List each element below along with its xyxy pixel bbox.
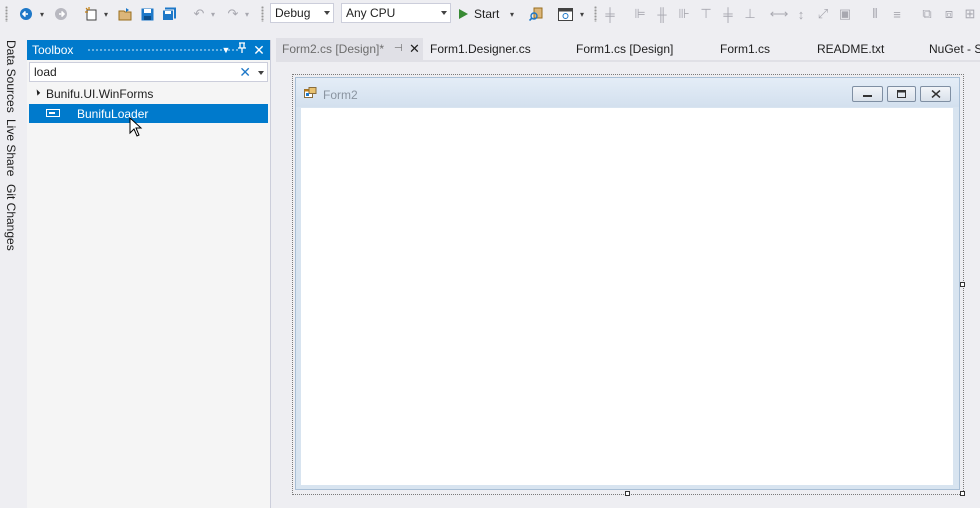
close-tab-icon[interactable]: ✕: [409, 38, 420, 60]
side-tab-git-changes[interactable]: Git Changes: [4, 184, 18, 251]
side-tool-window-bar: Data Sources Live Share Git Changes: [0, 28, 22, 508]
pin-icon[interactable]: [235, 42, 249, 58]
send-to-back-icon[interactable]: ⧈: [941, 4, 957, 24]
save-all-button[interactable]: [160, 4, 178, 24]
resize-handle-corner[interactable]: [960, 491, 965, 496]
new-item-button[interactable]: [82, 4, 100, 24]
save-all-icon: [161, 7, 176, 21]
new-item-dropdown[interactable]: ▾: [101, 4, 111, 24]
toolbox-item-bunifuloader[interactable]: BunifuLoader: [29, 104, 268, 123]
chevron-down-icon: [324, 11, 330, 15]
toolbox-search-value: load: [34, 65, 57, 79]
folder-open-icon: [118, 7, 131, 20]
horizontal-spacing-icon[interactable]: ⫴: [867, 4, 883, 24]
toolbox-group-label: Bunifu.UI.WinForms: [46, 87, 154, 101]
align-bottoms-icon[interactable]: ⊥: [742, 4, 758, 24]
tab-form2-design[interactable]: Form2.cs [Design]* ⊣ ✕: [276, 38, 423, 60]
align-centers-icon[interactable]: ╫: [654, 4, 670, 24]
save-button[interactable]: [138, 4, 156, 24]
form-title: Form2: [323, 88, 358, 102]
browser-icon: [557, 7, 573, 21]
chevron-down-icon: [441, 11, 447, 15]
form-titlebar[interactable]: Form2: [296, 78, 959, 107]
back-dropdown-button[interactable]: ▾: [37, 4, 47, 24]
search-options-chevron-icon[interactable]: [258, 71, 264, 75]
side-tab-data-sources[interactable]: Data Sources: [4, 40, 18, 113]
start-button[interactable]: Start: [458, 4, 506, 24]
tab-readme[interactable]: README.txt: [817, 38, 884, 60]
side-tab-live-share[interactable]: Live Share: [4, 119, 18, 176]
browser-dropdown[interactable]: ▾: [577, 4, 587, 24]
tab-form1-cs[interactable]: Form1.cs: [720, 38, 770, 60]
toolbar-grip[interactable]: [594, 6, 597, 22]
toolbox-search-input[interactable]: load ✕: [29, 62, 268, 82]
tab-form1-designer[interactable]: Form1.Designer.cs: [430, 38, 531, 60]
forward-button[interactable]: [52, 4, 70, 24]
find-icon: [529, 7, 543, 21]
mouse-cursor-icon: [129, 117, 143, 137]
back-arrow-icon: [20, 8, 32, 20]
minimize-icon: [863, 95, 872, 97]
align-middles-icon[interactable]: ╪: [720, 4, 736, 24]
tab-form1-design[interactable]: Form1.cs [Design]: [576, 38, 673, 60]
resize-handle-bottom[interactable]: [625, 491, 630, 496]
save-icon: [141, 8, 153, 20]
platform-select[interactable]: Any CPU: [341, 3, 451, 23]
back-button[interactable]: [17, 4, 35, 24]
close-icon[interactable]: ✕: [252, 42, 266, 58]
redo-button[interactable]: ↷: [225, 4, 241, 24]
form-icon: [304, 87, 317, 98]
align-lefts-icon[interactable]: ⊫: [632, 4, 648, 24]
tab-label: Form2.cs [Design]*: [282, 42, 385, 56]
toolbox-header[interactable]: Toolbox ▼ ✕: [27, 40, 270, 60]
document-tab-strip: Form2.cs [Design]* ⊣ ✕ Form1.Designer.cs…: [276, 38, 980, 60]
close-button[interactable]: [920, 86, 951, 102]
close-x-icon: [931, 90, 940, 98]
form2-window[interactable]: Form2: [295, 77, 960, 490]
redo-dropdown[interactable]: ▾: [242, 4, 252, 24]
clear-search-icon[interactable]: ✕: [239, 64, 251, 81]
bring-to-front-icon[interactable]: ⧉: [919, 4, 935, 24]
tab-nuget[interactable]: NuGet - S: [929, 38, 980, 60]
expanded-arrow-icon[interactable]: [33, 89, 41, 96]
form-client-area[interactable]: [301, 108, 953, 485]
platform-value: Any CPU: [346, 6, 396, 20]
start-dropdown[interactable]: ▾: [507, 4, 517, 24]
solution-config-select[interactable]: Debug: [270, 3, 334, 23]
solution-config-value: Debug: [275, 6, 311, 20]
pin-glyph-icon: [238, 42, 246, 53]
find-in-files-button[interactable]: [527, 4, 545, 24]
maximize-icon: [897, 90, 906, 98]
make-same-width-icon[interactable]: ⟷: [770, 4, 789, 24]
minimize-button[interactable]: [852, 86, 883, 102]
toolbar-grip[interactable]: [5, 6, 8, 22]
tab-order-icon[interactable]: ⊞: [962, 4, 978, 24]
undo-button[interactable]: ↶: [191, 4, 207, 24]
make-same-height-icon[interactable]: ↕: [793, 4, 809, 24]
make-same-size-icon[interactable]: ▣: [837, 4, 853, 24]
browser-link-button[interactable]: [556, 4, 574, 24]
align-to-grid-icon[interactable]: ╪: [602, 4, 618, 24]
vertical-spacing-icon[interactable]: ≡: [889, 4, 905, 24]
header-grip: [87, 48, 239, 52]
main-toolbar: ▾ ▾ ↶ ▾ ↷ ▾ Debug Any CPU Start ▾ ▾ ╪ ⊫ …: [0, 0, 980, 28]
play-icon: [459, 9, 468, 19]
loader-control-icon: [46, 109, 60, 117]
window-position-menu-icon[interactable]: ▼: [219, 42, 233, 58]
toolbar-grip[interactable]: [261, 6, 264, 22]
resize-handle-right[interactable]: [960, 282, 965, 287]
maximize-button[interactable]: [887, 86, 916, 102]
start-label: Start: [474, 7, 500, 21]
toolbox-group-bunifu[interactable]: Bunifu.UI.WinForms: [27, 84, 268, 102]
align-tops-icon[interactable]: ⊤: [698, 4, 714, 24]
forward-arrow-icon: [55, 8, 67, 20]
new-item-icon: [85, 7, 97, 21]
toolbox-title: Toolbox: [32, 43, 74, 57]
size-to-grid-icon[interactable]: ⤢: [815, 4, 831, 24]
undo-dropdown[interactable]: ▾: [208, 4, 218, 24]
align-rights-icon[interactable]: ⊪: [676, 4, 692, 24]
pin-tab-icon[interactable]: ⊣: [394, 38, 403, 60]
toolbox-panel: Toolbox ▼ ✕ load ✕ Bunifu.UI.WinForms Bu…: [27, 40, 271, 508]
open-file-button[interactable]: [116, 4, 134, 24]
